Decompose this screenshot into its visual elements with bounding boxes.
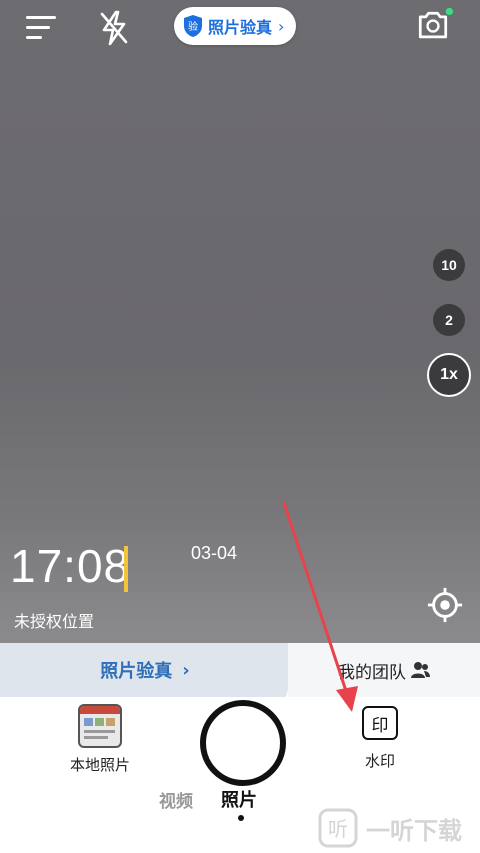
watermark-button[interactable]: 印 水印: [345, 706, 415, 771]
locate-icon[interactable]: [426, 586, 464, 624]
watermark-location: 未授权位置: [14, 612, 95, 631]
my-team-tab[interactable]: 我的团队: [288, 643, 480, 697]
team-icon: [411, 662, 430, 678]
watermark-date: 03-04: [191, 543, 238, 563]
site-watermark-text: 一听下载: [366, 816, 462, 845]
site-logo-icon: 听: [318, 808, 358, 848]
chevron-right-icon: ›: [182, 659, 190, 681]
zoom-1x-button[interactable]: 1x: [427, 353, 471, 397]
photo-verify-pill[interactable]: 验 照片验真 ›: [174, 7, 297, 45]
status-dot: [445, 7, 453, 16]
flash-off-icon[interactable]: [94, 8, 134, 48]
shutter-button[interactable]: [200, 700, 286, 786]
photo-verify-tab[interactable]: 照片验真 ›: [0, 643, 300, 697]
svg-text:听: 听: [328, 817, 348, 841]
svg-text:验: 验: [188, 20, 198, 33]
menu-icon[interactable]: [22, 8, 62, 48]
active-mode-indicator: [238, 815, 244, 821]
my-team-label: 我的团队: [338, 662, 406, 683]
chevron-right-icon: ›: [278, 16, 285, 36]
time-accent-bar: [124, 546, 128, 592]
mode-video-tab[interactable]: 视频: [159, 787, 193, 812]
bottom-strip: 照片验真 › 我的团队: [0, 643, 480, 697]
local-photos-button[interactable]: 本地照片: [60, 704, 140, 775]
watermark-time: 17:08: [10, 540, 131, 592]
site-watermark: 听 一听下载: [318, 808, 462, 848]
zoom-10x-button[interactable]: 10: [433, 249, 465, 281]
shield-icon: 验: [184, 15, 202, 37]
gallery-thumbnail: [78, 704, 122, 748]
mode-photo-tab[interactable]: 照片: [221, 786, 257, 812]
photo-verify-label: 照片验真: [208, 18, 273, 37]
photo-verify-tab-label: 照片验真: [100, 661, 173, 682]
watermark-icon: 印: [362, 706, 398, 740]
zoom-2x-button[interactable]: 2: [433, 304, 465, 336]
watermark-label: 水印: [364, 752, 395, 770]
camera-viewfinder[interactable]: 验 照片验真 › 10 2 1x 17:08 03-04 未授权位置: [0, 0, 480, 643]
switch-camera-icon[interactable]: [413, 6, 453, 46]
local-photos-label: 本地照片: [69, 756, 130, 774]
